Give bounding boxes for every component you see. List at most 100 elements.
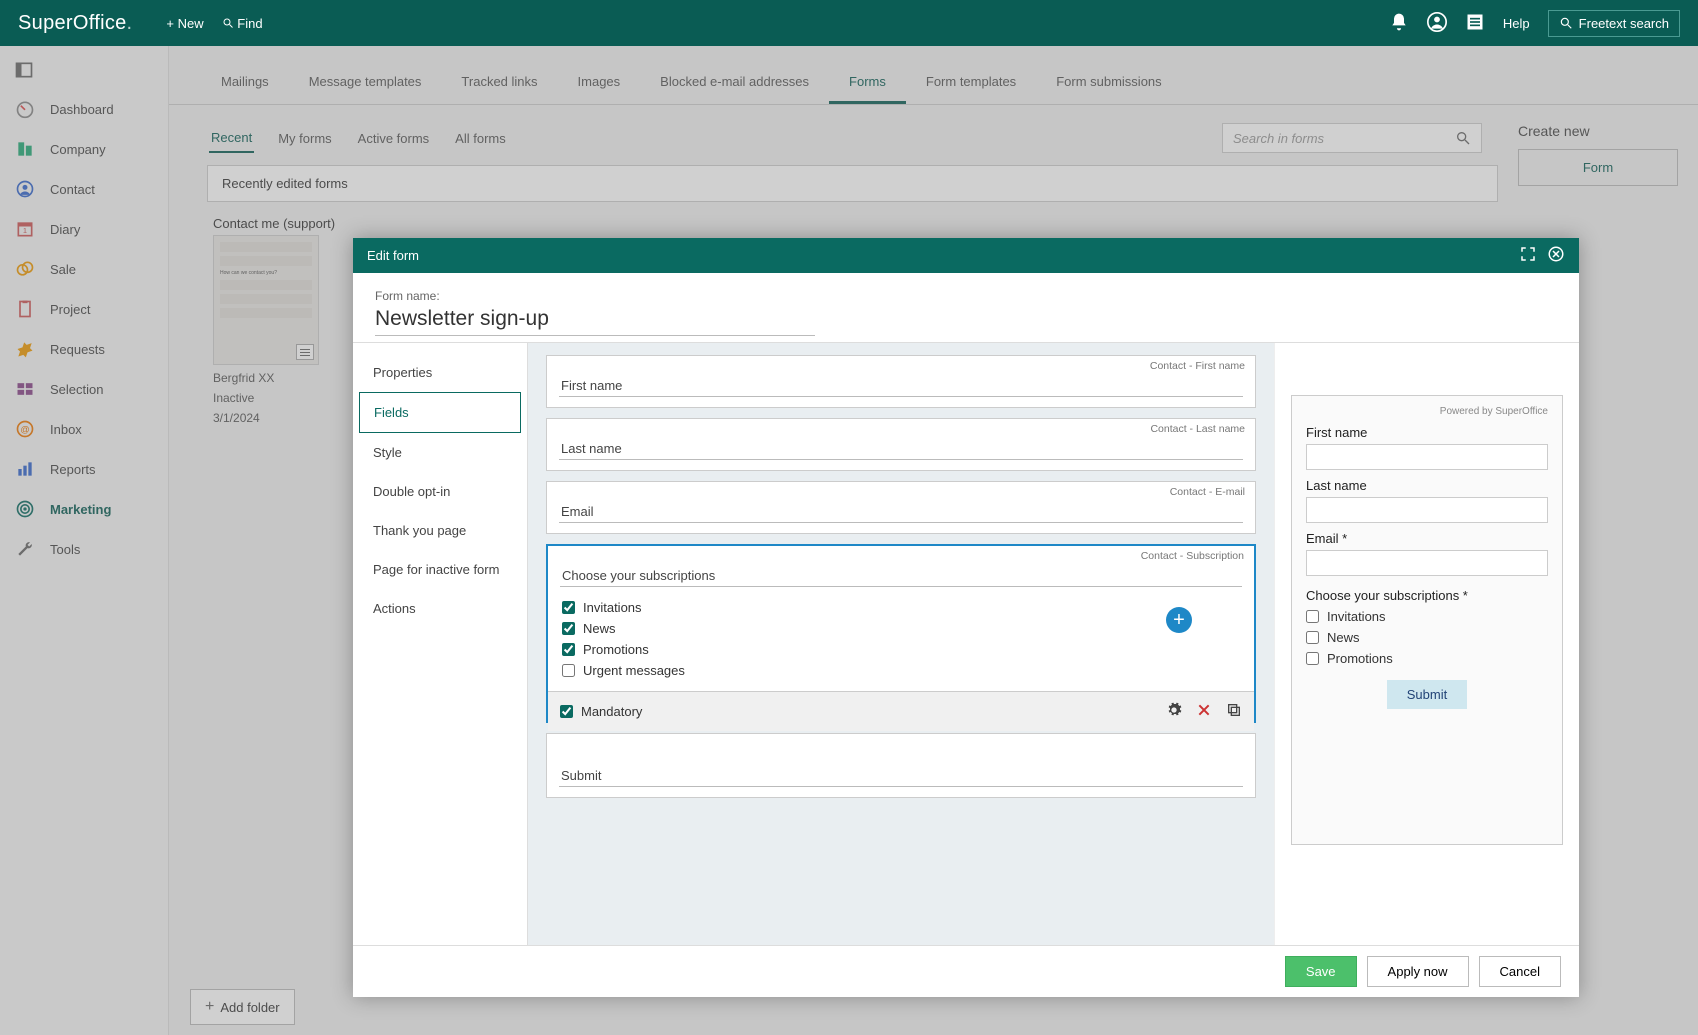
- nav-project[interactable]: Project: [0, 289, 168, 329]
- field-submit[interactable]: Submit: [546, 733, 1256, 798]
- app-logo: SuperOffice: [18, 12, 132, 35]
- modalnav-thanks[interactable]: Thank you page: [359, 511, 521, 550]
- field-label: Email: [559, 490, 1243, 523]
- field-tag: Contact - Last name: [1150, 423, 1245, 435]
- field-firstname[interactable]: Contact - First name First name: [546, 355, 1256, 408]
- create-new-heading: Create new: [1518, 117, 1678, 149]
- tab-tracked[interactable]: Tracked links: [441, 64, 557, 104]
- modal-title: Edit form: [367, 248, 419, 263]
- tab-blocked[interactable]: Blocked e-mail addresses: [640, 64, 829, 104]
- main-tabs: Mailings Message templates Tracked links…: [169, 46, 1698, 105]
- nav-contact[interactable]: Contact: [0, 169, 168, 209]
- pv-lastname-input[interactable]: [1306, 497, 1548, 523]
- nav-inbox[interactable]: @Inbox: [0, 409, 168, 449]
- option-invitations[interactable]: Invitations: [560, 597, 1242, 618]
- new-button[interactable]: + New: [166, 16, 203, 31]
- expand-icon[interactable]: [1519, 245, 1537, 266]
- modal-footer: Save Apply now Cancel: [353, 945, 1579, 997]
- find-button[interactable]: Find: [222, 16, 263, 31]
- tab-templates[interactable]: Message templates: [289, 64, 442, 104]
- add-field-button[interactable]: +: [1166, 607, 1192, 633]
- subtab-recent[interactable]: Recent: [209, 124, 254, 153]
- pv-invitations[interactable]: Invitations: [1306, 609, 1548, 624]
- pv-subscriptions-label: Choose your subscriptions *: [1306, 588, 1548, 603]
- apply-button[interactable]: Apply now: [1367, 956, 1469, 987]
- card-menu-icon[interactable]: [296, 344, 314, 360]
- nav-dashboard[interactable]: Dashboard: [0, 89, 168, 129]
- nav-marketing[interactable]: Marketing: [0, 489, 168, 529]
- field-label: Last name: [559, 427, 1243, 460]
- nav-selection[interactable]: Selection: [0, 369, 168, 409]
- form-name-input[interactable]: Newsletter sign-up: [375, 303, 815, 336]
- field-tag: Contact - Subscription: [1141, 550, 1244, 562]
- user-icon[interactable]: [1427, 12, 1447, 35]
- mandatory-checkbox[interactable]: [560, 705, 573, 718]
- gear-icon[interactable]: [1166, 702, 1182, 721]
- menu-icon[interactable]: [1465, 12, 1485, 35]
- tab-formtpl[interactable]: Form templates: [906, 64, 1036, 104]
- duplicate-icon[interactable]: [1226, 702, 1242, 721]
- subtab-my[interactable]: My forms: [276, 125, 333, 152]
- top-bar: SuperOffice + New Find Help Freetext sea…: [0, 0, 1698, 46]
- pv-lastname-label: Last name: [1306, 478, 1548, 493]
- field-subscription[interactable]: Contact - Subscription Choose your subsc…: [546, 544, 1256, 723]
- pv-firstname-label: First name: [1306, 425, 1548, 440]
- tab-forms[interactable]: Forms: [829, 64, 906, 104]
- fields-builder: Contact - First name First name Contact …: [528, 343, 1274, 945]
- search-forms-input[interactable]: Search in forms: [1222, 123, 1482, 153]
- modalnav-properties[interactable]: Properties: [359, 353, 521, 392]
- nav-reports[interactable]: Reports: [0, 449, 168, 489]
- field-tag: Contact - First name: [1150, 360, 1245, 372]
- create-form-button[interactable]: Form: [1518, 149, 1678, 186]
- option-urgent[interactable]: Urgent messages: [560, 660, 1242, 681]
- modalnav-actions[interactable]: Actions: [359, 589, 521, 628]
- pv-firstname-input[interactable]: [1306, 444, 1548, 470]
- nav-tools[interactable]: Tools: [0, 529, 168, 569]
- pv-news[interactable]: News: [1306, 630, 1548, 645]
- field-email[interactable]: Contact - E-mail Email: [546, 481, 1256, 534]
- nav-company[interactable]: Company: [0, 129, 168, 169]
- nav-diary[interactable]: 1Diary: [0, 209, 168, 249]
- add-folder-button[interactable]: +Add folder: [190, 989, 295, 1025]
- modalnav-style[interactable]: Style: [359, 433, 521, 472]
- powered-by: Powered by SuperOffice: [1306, 406, 1548, 417]
- form-preview: Powered by SuperOffice First name Last n…: [1274, 343, 1579, 945]
- field-tag: Contact - E-mail: [1170, 486, 1245, 498]
- option-news[interactable]: News: [560, 618, 1242, 639]
- subtab-all[interactable]: All forms: [453, 125, 508, 152]
- mandatory-label: Mandatory: [581, 704, 642, 719]
- pv-email-input[interactable]: [1306, 550, 1548, 576]
- panel-toggle-icon[interactable]: [0, 54, 168, 89]
- modal-header: Edit form: [353, 238, 1579, 273]
- tab-mailings[interactable]: Mailings: [201, 64, 289, 104]
- left-nav: Dashboard Company Contact 1Diary Sale Pr…: [0, 46, 169, 1035]
- freetext-search[interactable]: Freetext search: [1548, 10, 1680, 37]
- edit-form-modal: Edit form Form name: Newsletter sign-up …: [353, 238, 1579, 997]
- nav-sale[interactable]: Sale: [0, 249, 168, 289]
- modalnav-inactive[interactable]: Page for inactive form: [359, 550, 521, 589]
- help-link[interactable]: Help: [1503, 16, 1530, 31]
- field-label: First name: [559, 364, 1243, 397]
- form-name-label: Form name:: [375, 289, 1557, 303]
- field-label: Choose your subscriptions: [560, 554, 1242, 587]
- modal-nav: Properties Fields Style Double opt-in Th…: [353, 343, 528, 945]
- save-button[interactable]: Save: [1285, 956, 1357, 987]
- modalnav-fields[interactable]: Fields: [359, 392, 521, 433]
- card-thumbnail: How can we contact you?: [213, 235, 319, 365]
- subtab-active[interactable]: Active forms: [356, 125, 432, 152]
- modalnav-doubleopt[interactable]: Double opt-in: [359, 472, 521, 511]
- pv-submit-button[interactable]: Submit: [1387, 680, 1467, 709]
- nav-requests[interactable]: Requests: [0, 329, 168, 369]
- delete-icon[interactable]: [1196, 702, 1212, 721]
- close-icon[interactable]: [1547, 245, 1565, 266]
- sub-tabs: Recent My forms Active forms All forms S…: [189, 117, 1502, 159]
- notifications-icon[interactable]: [1389, 12, 1409, 35]
- svg-text:1: 1: [23, 226, 27, 235]
- field-label: Submit: [559, 742, 1243, 787]
- cancel-button[interactable]: Cancel: [1479, 956, 1561, 987]
- field-lastname[interactable]: Contact - Last name Last name: [546, 418, 1256, 471]
- pv-promotions[interactable]: Promotions: [1306, 651, 1548, 666]
- tab-images[interactable]: Images: [558, 64, 641, 104]
- tab-submissions[interactable]: Form submissions: [1036, 64, 1181, 104]
- option-promotions[interactable]: Promotions: [560, 639, 1242, 660]
